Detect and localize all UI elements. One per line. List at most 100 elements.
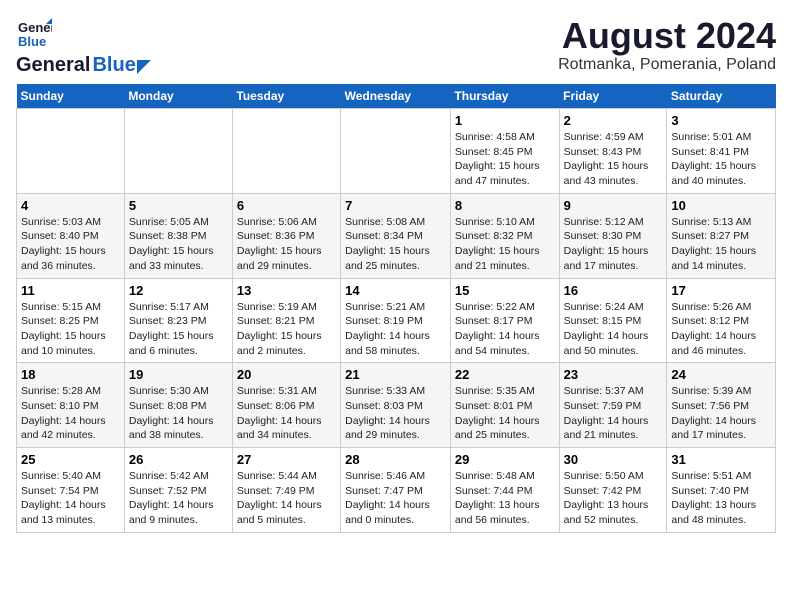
calendar-cell: 11Sunrise: 5:15 AM Sunset: 8:25 PM Dayli… [17,278,125,363]
day-number: 12 [129,283,228,298]
weekday-header-friday: Friday [559,84,667,109]
day-info: Sunrise: 5:08 AM Sunset: 8:34 PM Dayligh… [345,215,446,274]
calendar-cell: 28 Sunrise: 5:46 AM Sunset: 7:47 PM Dayli… [341,448,451,533]
day-info: Sunrise: 5:37 AM Sunset: 7:59 PM Dayligh… [564,384,663,443]
calendar-cell: 16 Sunrise: 5:24 AM Sunset: 8:15 PM Dayli… [559,278,667,363]
logo-arrow-icon [137,60,151,74]
calendar-week-row: 25Sunrise: 5:40 AM Sunset: 7:54 PM Dayli… [17,448,776,533]
day-number: 23 [564,367,663,382]
day-info: Sunrise: 5:48 AM Sunset: 7:44 PM Dayligh… [455,469,555,528]
calendar-cell: 25Sunrise: 5:40 AM Sunset: 7:54 PM Dayli… [17,448,125,533]
day-number: 10 [671,198,771,213]
day-info: Sunrise: 5:26 AM Sunset: 8:12 PM Dayligh… [671,300,771,359]
day-number: 9 [564,198,663,213]
day-number: 28 [345,452,446,467]
day-number: 15 [455,283,555,298]
calendar-cell: 31 Sunrise: 5:51 AM Sunset: 7:40 PM Dayli… [667,448,776,533]
day-info: Sunrise: 5:33 AM Sunset: 8:03 PM Dayligh… [345,384,446,443]
logo-blue: Blue [92,54,135,76]
day-number: 26 [129,452,228,467]
day-number: 21 [345,367,446,382]
calendar-cell: 5 Sunrise: 5:05 AM Sunset: 8:38 PM Daylig… [124,193,232,278]
day-number: 2 [564,113,663,128]
calendar-week-row: 11Sunrise: 5:15 AM Sunset: 8:25 PM Dayli… [17,278,776,363]
calendar-cell: 18 Sunrise: 5:28 AM Sunset: 8:10 PM Dayli… [17,363,125,448]
weekday-header-saturday: Saturday [667,84,776,109]
calendar-cell: 17 Sunrise: 5:26 AM Sunset: 8:12 PM Dayli… [667,278,776,363]
day-info: Sunrise: 5:12 AM Sunset: 8:30 PM Dayligh… [564,215,663,274]
day-number: 31 [671,452,771,467]
day-number: 24 [671,367,771,382]
calendar-title: August 2024 [558,16,776,56]
calendar-cell: 8 Sunrise: 5:10 AM Sunset: 8:32 PM Daylig… [450,193,559,278]
logo: General Blue General Blue [16,16,151,76]
day-number: 20 [237,367,336,382]
svg-text:General: General [18,20,52,35]
calendar-cell: 21 Sunrise: 5:33 AM Sunset: 8:03 PM Dayli… [341,363,451,448]
day-info: Sunrise: 5:31 AM Sunset: 8:06 PM Dayligh… [237,384,336,443]
day-number: 30 [564,452,663,467]
day-info: Sunrise: 5:22 AM Sunset: 8:17 PM Dayligh… [455,300,555,359]
day-number: 3 [671,113,771,128]
day-info: Sunrise: 5:17 AM Sunset: 8:23 PM Dayligh… [129,300,228,359]
day-info: Sunrise: 4:58 AM Sunset: 8:45 PM Dayligh… [455,130,555,189]
weekday-header-monday: Monday [124,84,232,109]
day-number: 22 [455,367,555,382]
calendar-cell: 22Sunrise: 5:35 AM Sunset: 8:01 PM Dayli… [450,363,559,448]
calendar-cell: 24 Sunrise: 5:39 AM Sunset: 7:56 PM Dayli… [667,363,776,448]
calendar-subtitle: Rotmanka, Pomerania, Poland [558,56,776,74]
day-info: Sunrise: 5:44 AM Sunset: 7:49 PM Dayligh… [237,469,336,528]
day-info: Sunrise: 5:51 AM Sunset: 7:40 PM Dayligh… [671,469,771,528]
day-number: 25 [21,452,120,467]
logo-icon: General Blue [16,16,52,52]
day-info: Sunrise: 5:06 AM Sunset: 8:36 PM Dayligh… [237,215,336,274]
day-number: 18 [21,367,120,382]
calendar-cell: 30 Sunrise: 5:50 AM Sunset: 7:42 PM Dayli… [559,448,667,533]
calendar-cell: 4 Sunrise: 5:03 AM Sunset: 8:40 PM Daylig… [17,193,125,278]
day-number: 19 [129,367,228,382]
day-number: 1 [455,113,555,128]
day-info: Sunrise: 5:50 AM Sunset: 7:42 PM Dayligh… [564,469,663,528]
calendar-cell [17,109,125,194]
day-info: Sunrise: 5:46 AM Sunset: 7:47 PM Dayligh… [345,469,446,528]
day-number: 6 [237,198,336,213]
page-header: General Blue General Blue August 2024 Ro… [16,16,776,76]
day-number: 5 [129,198,228,213]
weekday-header-row: SundayMondayTuesdayWednesdayThursdayFrid… [17,84,776,109]
day-info: Sunrise: 5:24 AM Sunset: 8:15 PM Dayligh… [564,300,663,359]
weekday-header-thursday: Thursday [450,84,559,109]
calendar-week-row: 4 Sunrise: 5:03 AM Sunset: 8:40 PM Daylig… [17,193,776,278]
day-info: Sunrise: 5:13 AM Sunset: 8:27 PM Dayligh… [671,215,771,274]
calendar-cell: 23 Sunrise: 5:37 AM Sunset: 7:59 PM Dayli… [559,363,667,448]
calendar-cell: 10 Sunrise: 5:13 AM Sunset: 8:27 PM Dayli… [667,193,776,278]
calendar-cell: 9 Sunrise: 5:12 AM Sunset: 8:30 PM Daylig… [559,193,667,278]
day-info: Sunrise: 5:05 AM Sunset: 8:38 PM Dayligh… [129,215,228,274]
day-number: 8 [455,198,555,213]
calendar-cell: 6 Sunrise: 5:06 AM Sunset: 8:36 PM Daylig… [232,193,340,278]
day-info: Sunrise: 5:39 AM Sunset: 7:56 PM Dayligh… [671,384,771,443]
day-number: 29 [455,452,555,467]
day-info: Sunrise: 4:59 AM Sunset: 8:43 PM Dayligh… [564,130,663,189]
calendar-cell: 3 Sunrise: 5:01 AM Sunset: 8:41 PM Daylig… [667,109,776,194]
day-info: Sunrise: 5:03 AM Sunset: 8:40 PM Dayligh… [21,215,120,274]
calendar-week-row: 18 Sunrise: 5:28 AM Sunset: 8:10 PM Dayli… [17,363,776,448]
calendar-cell: 7 Sunrise: 5:08 AM Sunset: 8:34 PM Daylig… [341,193,451,278]
calendar-cell: 20 Sunrise: 5:31 AM Sunset: 8:06 PM Dayli… [232,363,340,448]
calendar-cell: 27Sunrise: 5:44 AM Sunset: 7:49 PM Dayli… [232,448,340,533]
day-info: Sunrise: 5:10 AM Sunset: 8:32 PM Dayligh… [455,215,555,274]
day-number: 16 [564,283,663,298]
calendar-cell: 14Sunrise: 5:21 AM Sunset: 8:19 PM Dayli… [341,278,451,363]
day-number: 7 [345,198,446,213]
day-info: Sunrise: 5:15 AM Sunset: 8:25 PM Dayligh… [21,300,120,359]
weekday-header-wednesday: Wednesday [341,84,451,109]
day-info: Sunrise: 5:21 AM Sunset: 8:19 PM Dayligh… [345,300,446,359]
day-info: Sunrise: 5:28 AM Sunset: 8:10 PM Dayligh… [21,384,120,443]
day-info: Sunrise: 5:19 AM Sunset: 8:21 PM Dayligh… [237,300,336,359]
day-info: Sunrise: 5:42 AM Sunset: 7:52 PM Dayligh… [129,469,228,528]
calendar-title-block: August 2024 Rotmanka, Pomerania, Poland [558,16,776,74]
day-number: 13 [237,283,336,298]
day-number: 4 [21,198,120,213]
calendar-cell [232,109,340,194]
day-info: Sunrise: 5:01 AM Sunset: 8:41 PM Dayligh… [671,130,771,189]
day-number: 17 [671,283,771,298]
